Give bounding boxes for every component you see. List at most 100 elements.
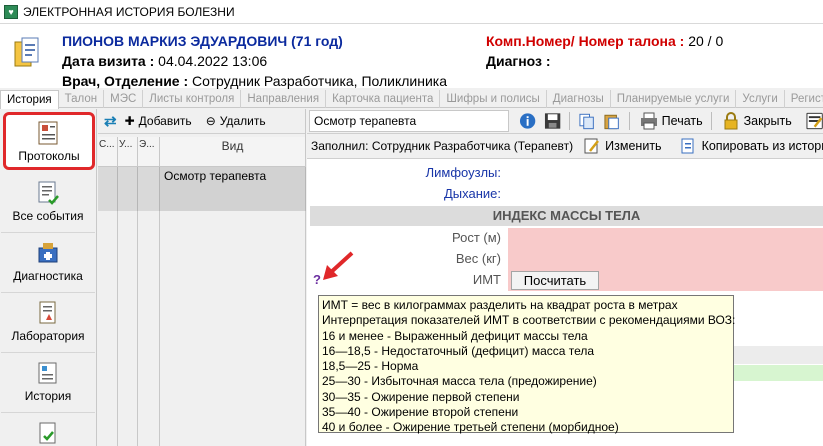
history-icon bbox=[38, 362, 57, 384]
bmi-label: ИМТ bbox=[472, 272, 501, 287]
breathing-label: Дыхание: bbox=[443, 186, 501, 201]
nav-protocols[interactable]: Протоколы bbox=[3, 112, 95, 170]
row-cell-s bbox=[98, 167, 118, 211]
tooltip-line: 30—35 - Ожирение первой степени bbox=[322, 389, 520, 404]
patient-header: ПИОНОВ МАРКИЗ ЭДУАРДОВИЧ (71 год) Дата в… bbox=[0, 24, 823, 89]
weight-field[interactable] bbox=[508, 249, 823, 270]
tooltip-line: 16 и менее - Выраженный дефицит массы те… bbox=[322, 328, 588, 343]
tab-codes-policies[interactable]: Шифры и полисы bbox=[440, 90, 547, 108]
print-button[interactable]: Печать bbox=[640, 112, 703, 130]
nav-more[interactable] bbox=[1, 413, 95, 446]
row-cell-u bbox=[118, 167, 138, 211]
weight-label: Вес (кг) bbox=[455, 251, 501, 266]
add-button[interactable]: ✚ Добавить bbox=[125, 114, 192, 128]
bmi-row: ? ИМТ Посчитать bbox=[307, 270, 823, 291]
visit-date-value: 04.04.2022 13:06 bbox=[154, 53, 268, 69]
edit-form-icon[interactable] bbox=[806, 112, 823, 130]
main-tabs: История Талон МЭС Листы контроля Направл… bbox=[0, 90, 823, 109]
diagnosis: Диагноз : bbox=[486, 53, 551, 69]
documents-icon bbox=[14, 37, 39, 67]
copy-from-history-button[interactable]: Копировать из истории bbox=[680, 137, 823, 155]
add-button-label: Добавить bbox=[138, 114, 192, 128]
nav-all-events[interactable]: Все события bbox=[1, 173, 95, 233]
tab-talon[interactable]: Талон bbox=[59, 90, 105, 108]
lymph-nodes-field[interactable] bbox=[508, 163, 823, 184]
table-row[interactable]: Осмотр терапевта bbox=[98, 167, 306, 211]
app-icon: ♥ bbox=[4, 4, 18, 19]
plus-icon: ✚ bbox=[124, 114, 135, 128]
print-button-label: Печать bbox=[661, 114, 703, 128]
comp-number-value: 20 / 0 bbox=[684, 33, 724, 49]
editor-toolbar: Осмотр терапевта Печать Закрыть bbox=[307, 109, 823, 134]
col-header-e[interactable]: Э... bbox=[138, 137, 160, 167]
diagnosis-label: Диагноз : bbox=[486, 53, 551, 69]
minus-icon: ⊖ bbox=[205, 114, 216, 128]
height-row: Рост (м) bbox=[307, 228, 823, 249]
filled-by: Заполнил: Сотрудник Разработчика (Терапе… bbox=[311, 139, 574, 153]
refresh-icon[interactable]: ⇄ bbox=[104, 112, 117, 130]
tab-planned-services[interactable]: Планируемые услуги bbox=[611, 90, 737, 108]
tab-mes[interactable]: МЭС bbox=[104, 90, 144, 108]
info-icon[interactable] bbox=[519, 112, 536, 130]
copy-icon[interactable] bbox=[578, 112, 595, 130]
col-header-s[interactable]: С... bbox=[98, 137, 118, 167]
printer-icon bbox=[640, 112, 657, 130]
edit-icon bbox=[584, 138, 600, 154]
editor-subtoolbar: Заполнил: Сотрудник Разработчика (Терапе… bbox=[307, 134, 823, 159]
bmi-help-tooltip: ИМТ = вес в килограммах разделить на ква… bbox=[318, 295, 736, 435]
form-green-field[interactable] bbox=[731, 365, 823, 381]
tooltip-line: Интерпретация показателей ИМТ в соответс… bbox=[322, 313, 736, 328]
tab-control-sheets[interactable]: Листы контроля bbox=[143, 90, 242, 108]
toolbar-separator-3 bbox=[710, 112, 712, 130]
calculate-button[interactable]: Посчитать bbox=[511, 271, 599, 290]
doctor-label: Врач, Отделение : bbox=[62, 73, 189, 89]
nav-history-label: История bbox=[24, 389, 72, 403]
height-label: Рост (м) bbox=[452, 230, 501, 245]
nav-laboratory[interactable]: Лаборатория bbox=[1, 293, 95, 353]
close-button-label: Закрыть bbox=[743, 114, 792, 128]
col-header-kind[interactable]: Вид bbox=[160, 137, 306, 167]
copy-document-icon bbox=[681, 138, 694, 154]
tab-history[interactable]: История bbox=[0, 90, 59, 109]
red-arrow-annotation bbox=[323, 251, 354, 280]
nav-all-events-label: Все события bbox=[12, 209, 84, 223]
height-field[interactable] bbox=[508, 228, 823, 249]
delete-button[interactable]: ⊖ Удалить bbox=[206, 114, 266, 128]
events-icon bbox=[38, 181, 59, 205]
tab-services[interactable]: Услуги bbox=[736, 90, 785, 108]
tab-diagnoses[interactable]: Диагнозы bbox=[547, 90, 611, 108]
visit-date-label: Дата визита : bbox=[62, 53, 155, 69]
form-row-background bbox=[731, 346, 823, 364]
tooltip-line: ИМТ = вес в килограммах разделить на ква… bbox=[322, 298, 678, 312]
comp-number: Комп.Номер/ Номер талона : 20 / 0 bbox=[486, 33, 723, 49]
edit-button-label: Изменить bbox=[605, 139, 662, 153]
tab-patient-card[interactable]: Карточка пациента bbox=[326, 90, 441, 108]
row-cell-e bbox=[138, 167, 160, 211]
comp-number-label: Комп.Номер/ Номер талона : bbox=[486, 33, 685, 49]
window-title: ЭЛЕКТРОННАЯ ИСТОРИЯ БОЛЕЗНИ bbox=[23, 4, 235, 19]
col-header-u[interactable]: У... bbox=[118, 137, 138, 167]
protocol-list-panel: ⇄ ✚ Добавить ⊖ Удалить С... У... Э... Ви… bbox=[98, 109, 306, 446]
weight-row: Вес (кг) bbox=[307, 249, 823, 270]
edit-button[interactable]: Изменить bbox=[583, 137, 662, 155]
breathing-field[interactable] bbox=[508, 184, 823, 205]
tooltip-line: 16—18,5 - Недостаточный (дефицит) масса … bbox=[322, 343, 595, 358]
breathing-row: Дыхание: bbox=[307, 184, 823, 205]
checklist-icon bbox=[39, 422, 56, 444]
lymph-nodes-row: Лимфоузлы: bbox=[307, 163, 823, 184]
nav-diagnostics[interactable]: Диагностика bbox=[1, 233, 95, 293]
doctor-value: Сотрудник Разработчика, Поликлиника bbox=[188, 73, 448, 89]
tab-referrals[interactable]: Направления bbox=[241, 90, 327, 108]
delete-button-label: Удалить bbox=[219, 114, 266, 128]
tooltip-line: 40 и более - Ожирение третьей степени (м… bbox=[322, 420, 619, 435]
tooltip-line: 35—40 - Ожирение второй степени bbox=[322, 405, 519, 420]
nav-protocols-label: Протоколы bbox=[18, 149, 80, 163]
patient-name: ПИОНОВ МАРКИЗ ЭДУАРДОВИЧ (71 год) bbox=[62, 33, 343, 49]
nav-history[interactable]: История bbox=[1, 353, 95, 413]
tooltip-line: 25—30 - Избыточная масса тела (предожире… bbox=[322, 374, 597, 389]
tab-registers[interactable]: Регистры bbox=[785, 90, 823, 108]
tooltip-line: 18,5—25 - Норма bbox=[322, 359, 419, 374]
paste-icon[interactable] bbox=[603, 112, 620, 130]
save-icon[interactable] bbox=[544, 112, 561, 130]
close-button[interactable]: Закрыть bbox=[722, 112, 792, 130]
